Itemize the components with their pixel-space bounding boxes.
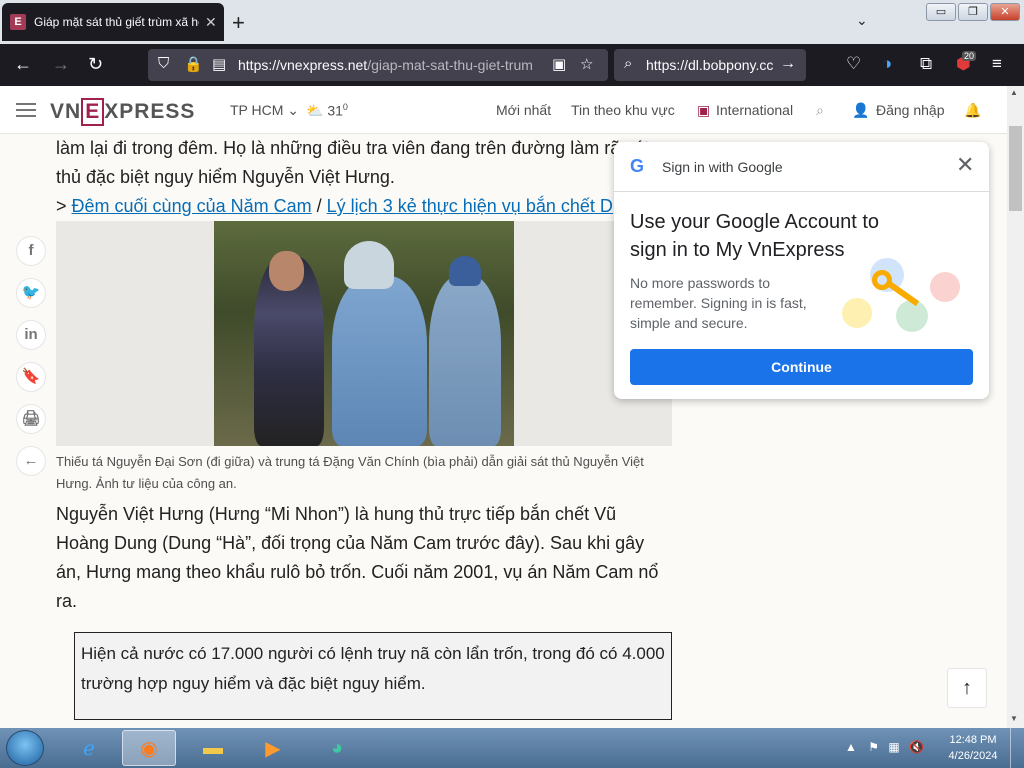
shield-icon[interactable]: ⛉: [158, 55, 169, 72]
list-all-tabs-icon[interactable]: ⌄: [856, 12, 868, 29]
back-icon[interactable]: ←: [16, 446, 46, 476]
scroll-to-top-button[interactable]: ↑: [947, 668, 987, 708]
back-arrow-icon[interactable]: ←: [14, 54, 32, 75]
article-photo-frame: [56, 221, 672, 446]
nav-latest[interactable]: Mới nhất: [496, 102, 551, 118]
go-arrow-icon[interactable]: →: [780, 55, 796, 73]
continue-button[interactable]: Continue: [630, 349, 973, 385]
window-close-button[interactable]: ✕: [990, 3, 1020, 21]
extension-globe-icon[interactable]: ◑: [882, 54, 892, 74]
weather-icon: ⛅: [306, 102, 324, 119]
window-minimize-button[interactable]: ▭: [926, 3, 956, 21]
flag-icon[interactable]: ⚑: [868, 740, 879, 754]
browser-nav-bar: ← → ↻ ⛉ 🔒 ▤ https://vnexpress.net/giap-m…: [0, 44, 1024, 86]
related-links: > Đêm cuối cùng của Năm Cam / Lý lịch 3 …: [56, 196, 613, 216]
window-restore-button[interactable]: ❐: [958, 3, 988, 21]
extensions-puzzle-icon[interactable]: ⧉: [920, 54, 932, 74]
google-logo-icon: G: [630, 156, 645, 176]
social-share-bar: f 🐦 in 🔖 🖨 ←: [16, 236, 46, 488]
linkedin-icon[interactable]: in: [16, 320, 46, 350]
print-icon[interactable]: 🖨: [16, 404, 46, 434]
highlight-text: Hiện cả nước có 17.000 người có lệnh tru…: [81, 644, 665, 693]
vnexpress-favicon-icon: E: [10, 14, 26, 30]
media-player-icon[interactable]: ▶: [246, 730, 300, 766]
photo-caption: Thiếu tá Nguyễn Đại Sơn (đi giữa) và tru…: [56, 454, 644, 491]
forward-arrow-icon[interactable]: →: [52, 54, 70, 75]
volume-muted-icon[interactable]: 🔇: [909, 740, 924, 754]
page-scrollbar[interactable]: ▲ ▼: [1007, 86, 1024, 728]
vnexpress-logo[interactable]: VN E XPRESS: [50, 98, 195, 126]
url-bar[interactable]: ⛉ 🔒 ▤ https://vnexpress.net/giap-mat-sat…: [148, 49, 608, 81]
location-selector[interactable]: TP HCM ⌄: [230, 102, 299, 119]
nav-regional[interactable]: Tin theo khu vực: [571, 102, 675, 118]
user-icon[interactable]: 👤: [852, 102, 869, 119]
reload-icon[interactable]: ↻: [88, 54, 103, 75]
google-sign-in-popup: G Sign in with Google ✕ Use your Google …: [614, 142, 989, 399]
twitter-icon[interactable]: 🐦: [16, 278, 46, 308]
nav-international[interactable]: International: [716, 102, 793, 118]
popup-header: G Sign in with Google ✕: [614, 142, 989, 192]
new-tab-button[interactable]: +: [232, 10, 245, 36]
internet-explorer-icon[interactable]: ℯ: [62, 730, 116, 766]
url-host: https://vnexpress.net: [238, 57, 368, 73]
popup-header-text: Sign in with Google: [662, 159, 783, 175]
paragraph: Nguyễn Việt Hưng (Hưng “Mi Nhon”) là hun…: [56, 504, 659, 611]
permissions-icon[interactable]: ▤: [212, 55, 226, 73]
pocket-icon[interactable]: ♡: [846, 54, 861, 74]
key-illustration-icon: [842, 250, 967, 340]
related-link[interactable]: Lý lịch 3 kẻ thực hiện vụ bắn chết D: [327, 196, 613, 216]
browser-tab-bar: E Giáp mặt sát thủ giết trùm xã hội ✕ + …: [0, 0, 1024, 44]
web-page: VN E XPRESS TP HCM ⌄ ⛅ 310 Mới nhất Tin th…: [0, 86, 1007, 728]
hamburger-menu-icon[interactable]: [16, 103, 36, 121]
site-header: VN E XPRESS TP HCM ⌄ ⛅ 310 Mới nhất Tin th…: [0, 86, 1007, 134]
notification-bell-icon[interactable]: 🔔: [964, 102, 981, 119]
clock-date: 4/26/2024: [948, 750, 998, 762]
bookmark-star-icon[interactable]: ☆: [580, 55, 593, 73]
windows-taskbar: ℯ ◉ ▬ ▶ ◕ ▲ ⚑ ▦ 🔇 12:48 PM 4/26/2024: [0, 728, 1024, 768]
tray-expand-icon[interactable]: ▲: [845, 740, 857, 754]
close-icon[interactable]: ✕: [956, 152, 974, 178]
clock-time: 12:48 PM: [949, 734, 997, 746]
login-link[interactable]: Đăng nhập: [876, 102, 945, 118]
related-link[interactable]: Đêm cuối cùng của Năm Cam: [72, 196, 312, 216]
highlight-box: Hiện cả nước có 17.000 người có lệnh tru…: [74, 632, 672, 720]
tab-close-icon[interactable]: ✕: [205, 14, 217, 31]
weather-widget[interactable]: ⛅ 310: [306, 102, 348, 120]
browser-tab-active[interactable]: E Giáp mặt sát thủ giết trùm xã hội ✕: [2, 3, 224, 41]
file-explorer-icon[interactable]: ▬: [186, 730, 240, 766]
tab-title: Giáp mặt sát thủ giết trùm xã hội: [34, 15, 199, 29]
reader-view-icon[interactable]: ▣: [552, 55, 566, 73]
search-bar[interactable]: ⌕ https://dl.bobpony.cc →: [614, 49, 806, 81]
paragraph-line: làm lại đi trong đêm. Họ là những điều t…: [56, 138, 650, 158]
show-desktop-button[interactable]: [1010, 728, 1024, 768]
scrollbar-thumb[interactable]: [1009, 126, 1022, 211]
facebook-icon[interactable]: f: [16, 236, 46, 266]
article-body: làm lại đi trong đêm. Họ là những điều t…: [56, 134, 672, 720]
paragraph-line: thủ đặc biệt nguy hiểm Nguyễn Việt Hưng.: [56, 167, 395, 187]
system-tray: ▲ ⚑ ▦ 🔇: [845, 740, 924, 754]
extension-badge: 20: [962, 51, 977, 61]
network-icon[interactable]: ▦: [888, 740, 899, 754]
popup-description: No more passwords to remember. Signing i…: [630, 275, 807, 331]
clock[interactable]: 12:48 PM 4/26/2024: [945, 732, 1001, 764]
search-text: https://dl.bobpony.cc: [646, 57, 774, 73]
article-photo[interactable]: [214, 221, 514, 446]
site-search-icon[interactable]: ⌕: [816, 102, 824, 119]
url-path: /giap-mat-sat-thu-giet-trum: [367, 57, 533, 73]
lock-icon[interactable]: 🔒: [184, 55, 203, 73]
bookmark-icon[interactable]: 🔖: [16, 362, 46, 392]
start-button[interactable]: [6, 730, 44, 766]
search-icon: ⌕: [624, 55, 633, 72]
international-logo-icon[interactable]: ▣: [697, 102, 710, 119]
menu-icon[interactable]: ≡: [992, 54, 1002, 74]
firefox-icon[interactable]: ◉: [122, 730, 176, 766]
app-icon[interactable]: ◕: [310, 730, 364, 766]
